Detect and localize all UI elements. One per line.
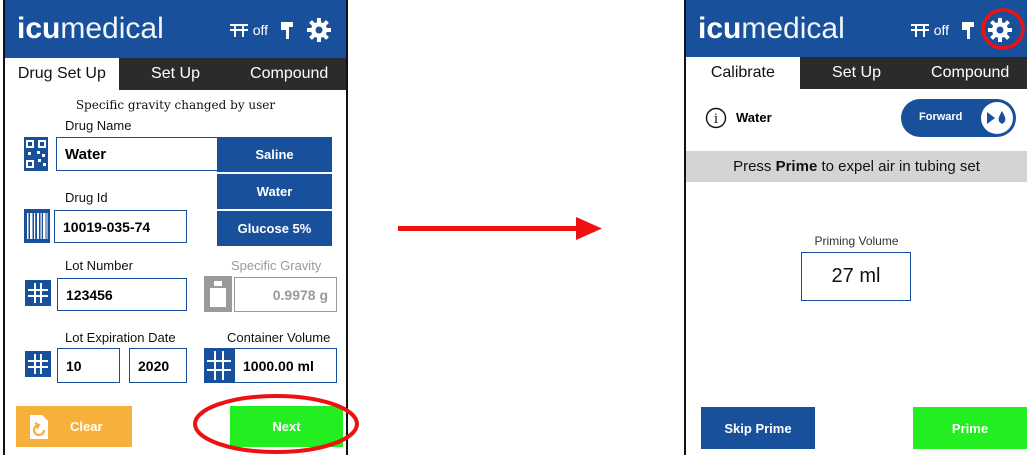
lot-exp-month-field[interactable]: 10 xyxy=(57,348,120,383)
transition-arrow-icon xyxy=(398,217,602,240)
drug-name-text: Water xyxy=(736,110,772,125)
lot-number-label: Lot Number xyxy=(65,258,133,273)
keypad-icon[interactable] xyxy=(25,351,51,377)
probe-icon[interactable] xyxy=(280,20,294,40)
highlight-circle-settings xyxy=(981,8,1025,50)
clamp-icon[interactable] xyxy=(910,22,930,38)
tab-compound[interactable]: Compound xyxy=(913,57,1027,89)
drug-id-field[interactable]: 10019-035-74 xyxy=(54,210,187,243)
tab-compound[interactable]: Compound xyxy=(232,58,346,90)
icu-medical-logo: icumedical xyxy=(17,12,164,45)
tab-set-up[interactable]: Set Up xyxy=(800,57,914,89)
glucose-5-button[interactable]: Glucose 5% xyxy=(217,211,332,246)
drug-name-field[interactable]: Water xyxy=(56,137,221,171)
qr-code-icon[interactable] xyxy=(24,137,48,171)
instruction-prime-word: Prime xyxy=(775,158,818,175)
container-volume-field[interactable]: 1000.00 ml xyxy=(234,348,337,383)
container-volume-label: Container Volume xyxy=(227,330,331,345)
icu-medical-logo: icumedical xyxy=(698,12,845,45)
calibrate-screen: icumedical off Calibrate Set Up Compound… xyxy=(684,0,1027,455)
barcode-icon[interactable] xyxy=(24,209,50,243)
notice-text: Specific gravity changed by user xyxy=(75,98,276,112)
keypad-icon[interactable] xyxy=(204,348,234,383)
clamp-status: off xyxy=(252,22,268,38)
clear-button[interactable]: Clear xyxy=(16,406,132,447)
direction-toggle[interactable]: Forward xyxy=(901,99,1016,137)
tab-bar: Calibrate Set Up Compound xyxy=(686,57,1027,89)
skip-prime-button[interactable]: Skip Prime xyxy=(701,407,815,449)
settings-gear-icon[interactable] xyxy=(306,17,332,43)
direction-label: Forward xyxy=(919,111,963,123)
drug-setup-screen: icumedical off Drug Set Up Set Up Compou… xyxy=(3,0,348,455)
water-button[interactable]: Water xyxy=(217,174,332,209)
svg-text:i: i xyxy=(714,112,718,127)
highlight-ellipse-next xyxy=(193,394,359,454)
drug-name-label: Drug Name xyxy=(65,118,132,133)
probe-icon[interactable] xyxy=(961,20,975,40)
clear-icon xyxy=(30,414,48,439)
tab-bar: Drug Set Up Set Up Compound xyxy=(5,58,346,90)
drug-id-label: Drug Id xyxy=(65,190,108,205)
instruction-pre: Press xyxy=(733,158,776,175)
tab-calibrate[interactable]: Calibrate xyxy=(686,57,800,89)
priming-volume-field[interactable]: 27 ml xyxy=(801,252,911,301)
priming-volume-label: Priming Volume xyxy=(814,234,899,248)
forward-flow-icon xyxy=(981,102,1013,134)
specific-gravity-field: 0.9978 g xyxy=(234,277,337,312)
lot-number-field[interactable]: 123456 xyxy=(57,278,187,311)
instruction-banner: Press Prime to expel air in tubing set xyxy=(686,151,1027,182)
prime-button[interactable]: Prime xyxy=(913,407,1027,449)
keypad-icon[interactable] xyxy=(25,280,51,306)
instruction-post: to expel air in tubing set xyxy=(817,158,980,175)
app-header: icumedical off xyxy=(686,0,1027,57)
tab-drug-set-up[interactable]: Drug Set Up xyxy=(5,58,119,90)
lot-exp-year-field[interactable]: 2020 xyxy=(129,348,187,383)
clamp-status: off xyxy=(933,22,949,38)
specific-gravity-label: Specific Gravity xyxy=(231,258,322,273)
clamp-icon[interactable] xyxy=(229,22,249,38)
weight-icon xyxy=(204,276,232,312)
clear-label: Clear xyxy=(70,419,103,434)
tab-set-up[interactable]: Set Up xyxy=(119,58,233,90)
app-header: icumedical off xyxy=(5,0,346,58)
info-icon[interactable]: i xyxy=(705,107,727,129)
saline-button[interactable]: Saline xyxy=(217,137,332,172)
lot-expiration-label: Lot Expiration Date xyxy=(65,330,176,345)
